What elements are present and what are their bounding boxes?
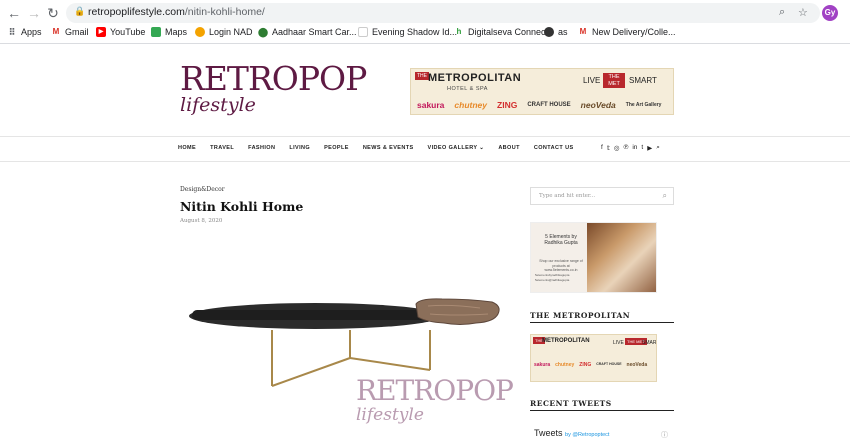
- ad2-smart: SMART: [642, 340, 657, 346]
- nav-contact-us[interactable]: CONTACT US: [534, 145, 574, 151]
- youtube-icon[interactable]: ▶: [647, 144, 652, 152]
- banner-live: LIVE: [583, 76, 601, 85]
- bookmark-as[interactable]: as: [544, 27, 568, 37]
- sidebar-rule: [530, 322, 674, 323]
- bookmark-gmail[interactable]: M Gmail: [51, 27, 89, 37]
- table-top-edge: [192, 310, 442, 320]
- nav-bottom-rule: [0, 161, 850, 162]
- ad2-brands: sakura chutney ZING CRAFT HOUSE neoVeda: [534, 362, 648, 368]
- sidebar-heading-tweets: RECENT TWEETS: [530, 399, 612, 408]
- reload-icon[interactable]: ↻: [45, 5, 61, 21]
- nav-travel[interactable]: TRAVEL: [210, 145, 234, 151]
- gmail-icon: M: [579, 27, 587, 36]
- twitter-icon[interactable]: 𝕥: [607, 144, 610, 152]
- nav-home[interactable]: HOME: [178, 145, 196, 151]
- bookmarks-bar: ⠿ Apps M Gmail ▶ YouTube Maps Login NAD …: [0, 26, 850, 42]
- bookmark-evening-shadow[interactable]: Evening Shadow Id...: [358, 27, 457, 37]
- ad2-live: LIVE: [613, 340, 624, 346]
- instagram-icon[interactable]: ◎: [614, 144, 620, 152]
- banner-brands: sakura chutney ZING CRAFT HOUSE neoVeda …: [417, 100, 662, 110]
- search-icon[interactable]: ⌕: [656, 144, 660, 152]
- nav-news-events[interactable]: NEWS & EVENTS: [363, 145, 414, 151]
- metropolitan-sidebar-ad[interactable]: THE METROPOLITAN LIVE THE MET SMART saku…: [530, 334, 657, 382]
- banner-badge-the-met: THE MET: [603, 73, 625, 88]
- banner-badge-the: THE: [415, 72, 429, 80]
- banner-subtitle: HOTEL & SPA: [447, 86, 488, 92]
- ad1-jewelry-image: [587, 223, 656, 292]
- main-navigation: HOME TRAVEL FASHION LIVING PEOPLE NEWS &…: [178, 145, 588, 151]
- article-category[interactable]: Design&Decor: [180, 186, 225, 193]
- location-pin-icon: ⬤: [258, 27, 269, 37]
- maps-icon: [151, 27, 161, 37]
- banner-title: METROPOLITAN: [428, 72, 522, 84]
- info-icon[interactable]: ⓘ: [661, 430, 668, 438]
- nav-living[interactable]: LIVING: [289, 145, 310, 151]
- gmail-icon: M: [52, 27, 60, 36]
- browser-chrome: ← → ↻ 🔒 retropoplifestyle.com/nitin-kohl…: [0, 0, 850, 44]
- tumblr-icon[interactable]: t: [641, 144, 643, 152]
- sidebar-rule-tweets: [530, 410, 674, 411]
- nav-top-rule: [0, 136, 850, 137]
- ad1-shop-text: Shop our exclusive range of products at …: [539, 259, 583, 272]
- lock-icon: 🔒: [74, 6, 86, 16]
- bookmark-star-icon[interactable]: ☆: [798, 6, 808, 19]
- metropolitan-banner-ad[interactable]: THE METROPOLITAN HOTEL & SPA LIVE THE ME…: [410, 68, 674, 115]
- wood-slab: [415, 298, 500, 325]
- bookmark-youtube[interactable]: ▶ YouTube: [96, 27, 145, 37]
- apps-grid-icon: ⠿: [8, 27, 16, 37]
- page-icon: [358, 27, 368, 37]
- bookmark-digitalseva[interactable]: h Digitalseva Connect: [454, 27, 549, 37]
- nav-about[interactable]: ABOUT: [498, 145, 520, 151]
- article-date: August 8, 2020: [180, 218, 223, 224]
- profile-avatar[interactable]: Gy: [822, 5, 838, 21]
- five-elements-ad[interactable]: 5 Elements by Radhika Gupta Shop our exc…: [530, 222, 657, 293]
- ad1-title: 5 Elements by Radhika Gupta: [544, 234, 578, 246]
- bookmark-maps[interactable]: Maps: [151, 27, 187, 37]
- social-links: f 𝕥 ◎ ℗ in t ▶ ⌕: [601, 144, 660, 152]
- forward-arrow-icon[interactable]: →: [26, 5, 42, 21]
- address-bar[interactable]: 🔒 retropoplifestyle.com/nitin-kohli-home…: [66, 3, 820, 23]
- sidebar-heading-metropolitan: THE METROPOLITAN: [530, 311, 631, 320]
- url-text: retropoplifestyle.com/nitin-kohli-home/: [88, 6, 265, 18]
- zoom-icon[interactable]: ⌕: [779, 6, 785, 19]
- bookmark-aadhaar[interactable]: ⬤ Aadhaar Smart Car...: [258, 27, 357, 37]
- watermark-logo: RETROPOP lifestyle: [356, 374, 514, 425]
- search-icon[interactable]: ⌕: [663, 191, 667, 201]
- bookmark-new-delivery[interactable]: M New Delivery/Colle...: [578, 27, 676, 37]
- back-arrow-icon[interactable]: ←: [6, 5, 22, 21]
- ad2-title: METROPOLITAN: [542, 338, 590, 344]
- facebook-icon[interactable]: f: [601, 144, 603, 152]
- nav-people[interactable]: PEOPLE: [324, 145, 349, 151]
- tweets-widget-header[interactable]: Tweets by @Retropoptect: [534, 428, 609, 438]
- ad1-contact: 5elementsbyradhikagupta 5elements@radhik…: [535, 273, 570, 282]
- nad-icon: [195, 27, 205, 37]
- pinterest-icon[interactable]: ℗: [624, 144, 629, 152]
- nav-video-gallery[interactable]: VIDEO GALLERY ⌄: [428, 145, 485, 151]
- digitalseva-icon: h: [456, 27, 462, 36]
- bookmark-apps[interactable]: ⠿ Apps: [7, 27, 42, 37]
- globe-icon: [544, 27, 554, 37]
- site-logo[interactable]: RETROPOP lifestyle: [180, 62, 367, 119]
- bookmark-login-nad[interactable]: Login NAD: [195, 27, 253, 37]
- sidebar-search-input[interactable]: Type and hit enter... ⌕: [530, 187, 674, 205]
- linkedin-icon[interactable]: in: [632, 144, 637, 152]
- banner-smart: SMART: [629, 76, 657, 85]
- youtube-icon: ▶: [96, 27, 106, 37]
- article-title: Nitin Kohli Home: [180, 199, 304, 214]
- nav-fashion[interactable]: FASHION: [248, 145, 275, 151]
